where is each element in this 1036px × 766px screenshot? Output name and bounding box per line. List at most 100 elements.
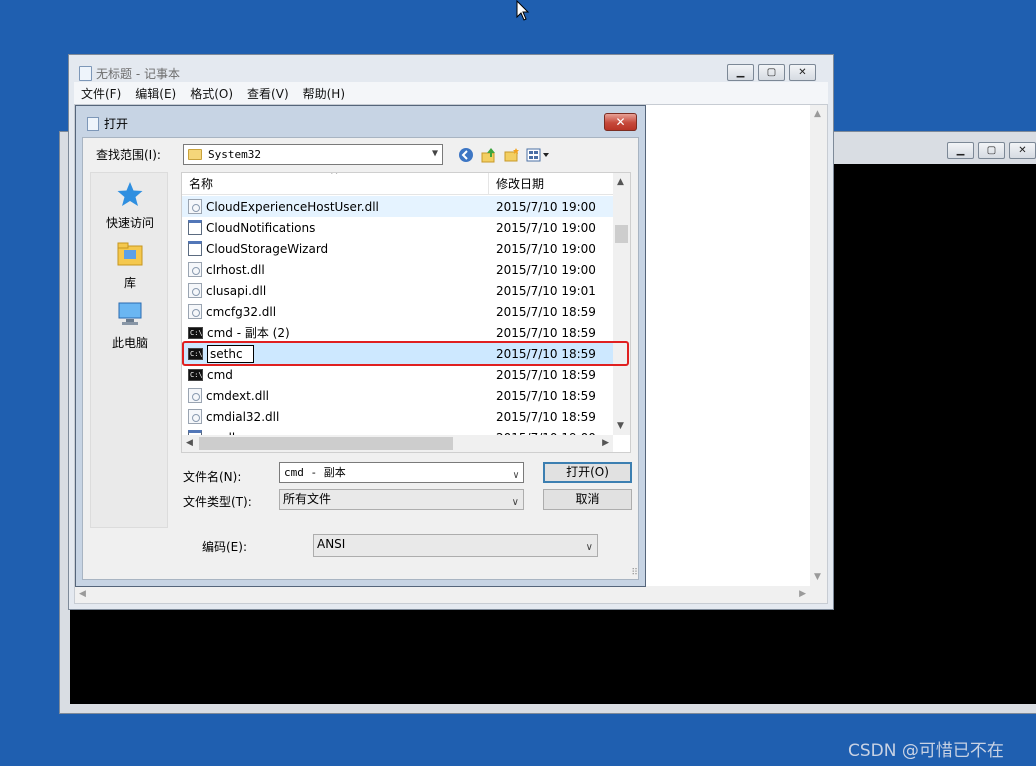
dialog-title: 打开 [104, 117, 129, 131]
scroll-thumb[interactable] [199, 437, 453, 450]
new-folder-icon[interactable] [503, 146, 520, 163]
filetype-value: 所有文件 [283, 492, 332, 506]
place-libraries[interactable]: 库 [91, 241, 169, 291]
file-rows: CloudExperienceHostUser.dll 2015/7/10 19:… [182, 196, 613, 448]
file-date-cell: 2015/7/10 19:00 [496, 220, 596, 235]
maximize-icon[interactable]: ▢ [758, 64, 785, 81]
look-in-dropdown[interactable]: System32 ▼ [183, 144, 443, 165]
file-date-cell: 2015/7/10 18:59 [496, 367, 596, 382]
open-button[interactable]: 打开(O) [543, 462, 632, 483]
column-name-label: 名称 [189, 177, 214, 191]
file-row[interactable]: CloudNotifications 2015/7/10 19:00 [182, 217, 613, 238]
dll-file-icon [188, 199, 202, 214]
places-bar: 快速访问 库 此电脑 [90, 172, 168, 528]
look-in-label: 查找范围(I): [96, 148, 161, 162]
menu-edit[interactable]: 编辑(E) [128, 85, 183, 102]
nav-toolbar [457, 146, 552, 163]
console-app-icon: C:\ [188, 368, 203, 381]
file-name-cell: CloudExperienceHostUser.dll [182, 199, 489, 214]
file-name-cell: clrhost.dll [182, 262, 489, 277]
sort-up-icon: ^ [330, 172, 339, 181]
chevron-down-icon: ▼ [431, 148, 438, 159]
menu-help[interactable]: 帮助(H) [296, 85, 352, 102]
notepad-window-controls: ▁ ▢ ✕ [727, 64, 816, 81]
file-row[interactable]: clusapi.dll 2015/7/10 19:01 [182, 280, 613, 301]
file-name-cell: CloudStorageWizard [182, 241, 489, 256]
file-list-horizontal-scrollbar[interactable]: ◀ ▶ [182, 435, 613, 452]
scroll-up-icon[interactable]: ▲ [814, 109, 821, 119]
place-quick-access[interactable]: 快速访问 [91, 181, 169, 231]
scroll-left-icon[interactable]: ◀ [79, 589, 86, 599]
encoding-label: 编码(E): [202, 540, 247, 554]
file-name: CloudStorageWizard [206, 241, 329, 256]
filename-input[interactable]: cmd - 副本 ∨ [279, 462, 524, 483]
app-file-icon [188, 241, 202, 256]
file-date-cell: 2015/7/10 18:59 [496, 388, 596, 403]
file-name: cmd - 副本 (2) [207, 326, 290, 340]
file-name: cmdext.dll [206, 388, 269, 403]
file-row[interactable]: cmdial32.dll 2015/7/10 18:59 [182, 406, 613, 427]
place-label: 库 [123, 276, 136, 290]
maximize-icon[interactable]: ▢ [978, 142, 1005, 159]
scroll-down-icon[interactable]: ▼ [814, 572, 821, 582]
minimize-icon[interactable]: ▁ [947, 142, 974, 159]
scroll-right-icon[interactable]: ▶ [799, 589, 806, 599]
close-icon[interactable]: ✕ [789, 64, 816, 81]
scroll-left-icon[interactable]: ◀ [186, 438, 193, 448]
file-row[interactable]: CloudExperienceHostUser.dll 2015/7/10 19:… [182, 196, 613, 217]
file-date-cell: 2015/7/10 19:00 [496, 262, 596, 277]
menu-view[interactable]: 查看(V) [240, 85, 296, 102]
encoding-dropdown[interactable]: ANSI ∨ [313, 534, 598, 557]
console-app-icon: C:\ [188, 326, 203, 339]
notepad-title-bar: 无标题 - 记事本 [79, 65, 180, 82]
file-row[interactable]: cmdext.dll 2015/7/10 18:59 [182, 385, 613, 406]
close-icon[interactable]: ✕ [604, 113, 637, 131]
file-name-cell: C:\ cmd - 副本 (2) [182, 324, 489, 341]
computer-icon [118, 302, 142, 325]
place-this-pc[interactable]: 此电脑 [91, 301, 169, 351]
file-row[interactable]: cmcfg32.dll 2015/7/10 18:59 [182, 301, 613, 322]
minimize-icon[interactable]: ▁ [727, 64, 754, 81]
file-date-cell: 2015/7/10 19:01 [496, 283, 596, 298]
notepad-horizontal-scrollbar[interactable]: ◀ ▶ [75, 586, 810, 603]
resize-grip-icon[interactable]: ⠿ [631, 568, 638, 578]
file-name: clrhost.dll [206, 262, 265, 277]
column-header-date[interactable]: 修改日期 [489, 173, 544, 194]
mouse-cursor-icon [516, 0, 530, 21]
file-name: cmd [207, 367, 233, 382]
view-menu-icon[interactable] [526, 146, 552, 163]
file-row[interactable]: C:\ cmd - 副本 (2) 2015/7/10 18:59 [182, 322, 613, 343]
chevron-down-icon: ∨ [585, 542, 593, 553]
dialog-title-bar: 打开 [87, 115, 128, 132]
file-date-cell: 2015/7/10 19:00 [496, 199, 596, 214]
file-date-cell: 2015/7/10 18:59 [496, 304, 596, 319]
menu-format[interactable]: 格式(O) [183, 85, 240, 102]
file-row[interactable]: C:\ cmd 2015/7/10 18:59 [182, 364, 613, 385]
menu-file[interactable]: 文件(F) [74, 85, 128, 102]
file-list[interactable]: ^ 名称 修改日期 CloudExperienceHostUser.dll 201… [181, 172, 631, 453]
cancel-button[interactable]: 取消 [543, 489, 632, 510]
file-name: cmdial32.dll [206, 409, 280, 424]
dll-file-icon [188, 409, 202, 424]
close-icon[interactable]: ✕ [1009, 142, 1036, 159]
up-folder-icon[interactable] [480, 146, 497, 163]
file-list-vertical-scrollbar[interactable]: ▲ ▼ [613, 173, 630, 435]
column-header-name[interactable]: ^ 名称 [182, 173, 489, 194]
look-in-value: System32 [208, 148, 261, 161]
scroll-up-icon[interactable]: ▲ [617, 177, 624, 187]
dll-file-icon [188, 262, 202, 277]
chevron-down-icon: ∨ [512, 470, 519, 481]
file-name: CloudNotifications [206, 220, 316, 235]
filetype-dropdown[interactable]: 所有文件 ∨ [279, 489, 524, 510]
file-row[interactable]: clrhost.dll 2015/7/10 19:00 [182, 259, 613, 280]
scroll-thumb[interactable] [615, 225, 628, 243]
file-row[interactable]: CloudStorageWizard 2015/7/10 19:00 [182, 238, 613, 259]
scroll-down-icon[interactable]: ▼ [617, 421, 624, 431]
list-header: ^ 名称 修改日期 [182, 173, 613, 195]
scroll-right-icon[interactable]: ▶ [602, 438, 609, 448]
file-name: cmcfg32.dll [206, 304, 277, 319]
library-folder-icon [117, 242, 143, 266]
back-icon[interactable] [457, 146, 474, 163]
scrollbar-corner [810, 586, 827, 603]
notepad-vertical-scrollbar[interactable]: ▲ ▼ [810, 105, 827, 586]
